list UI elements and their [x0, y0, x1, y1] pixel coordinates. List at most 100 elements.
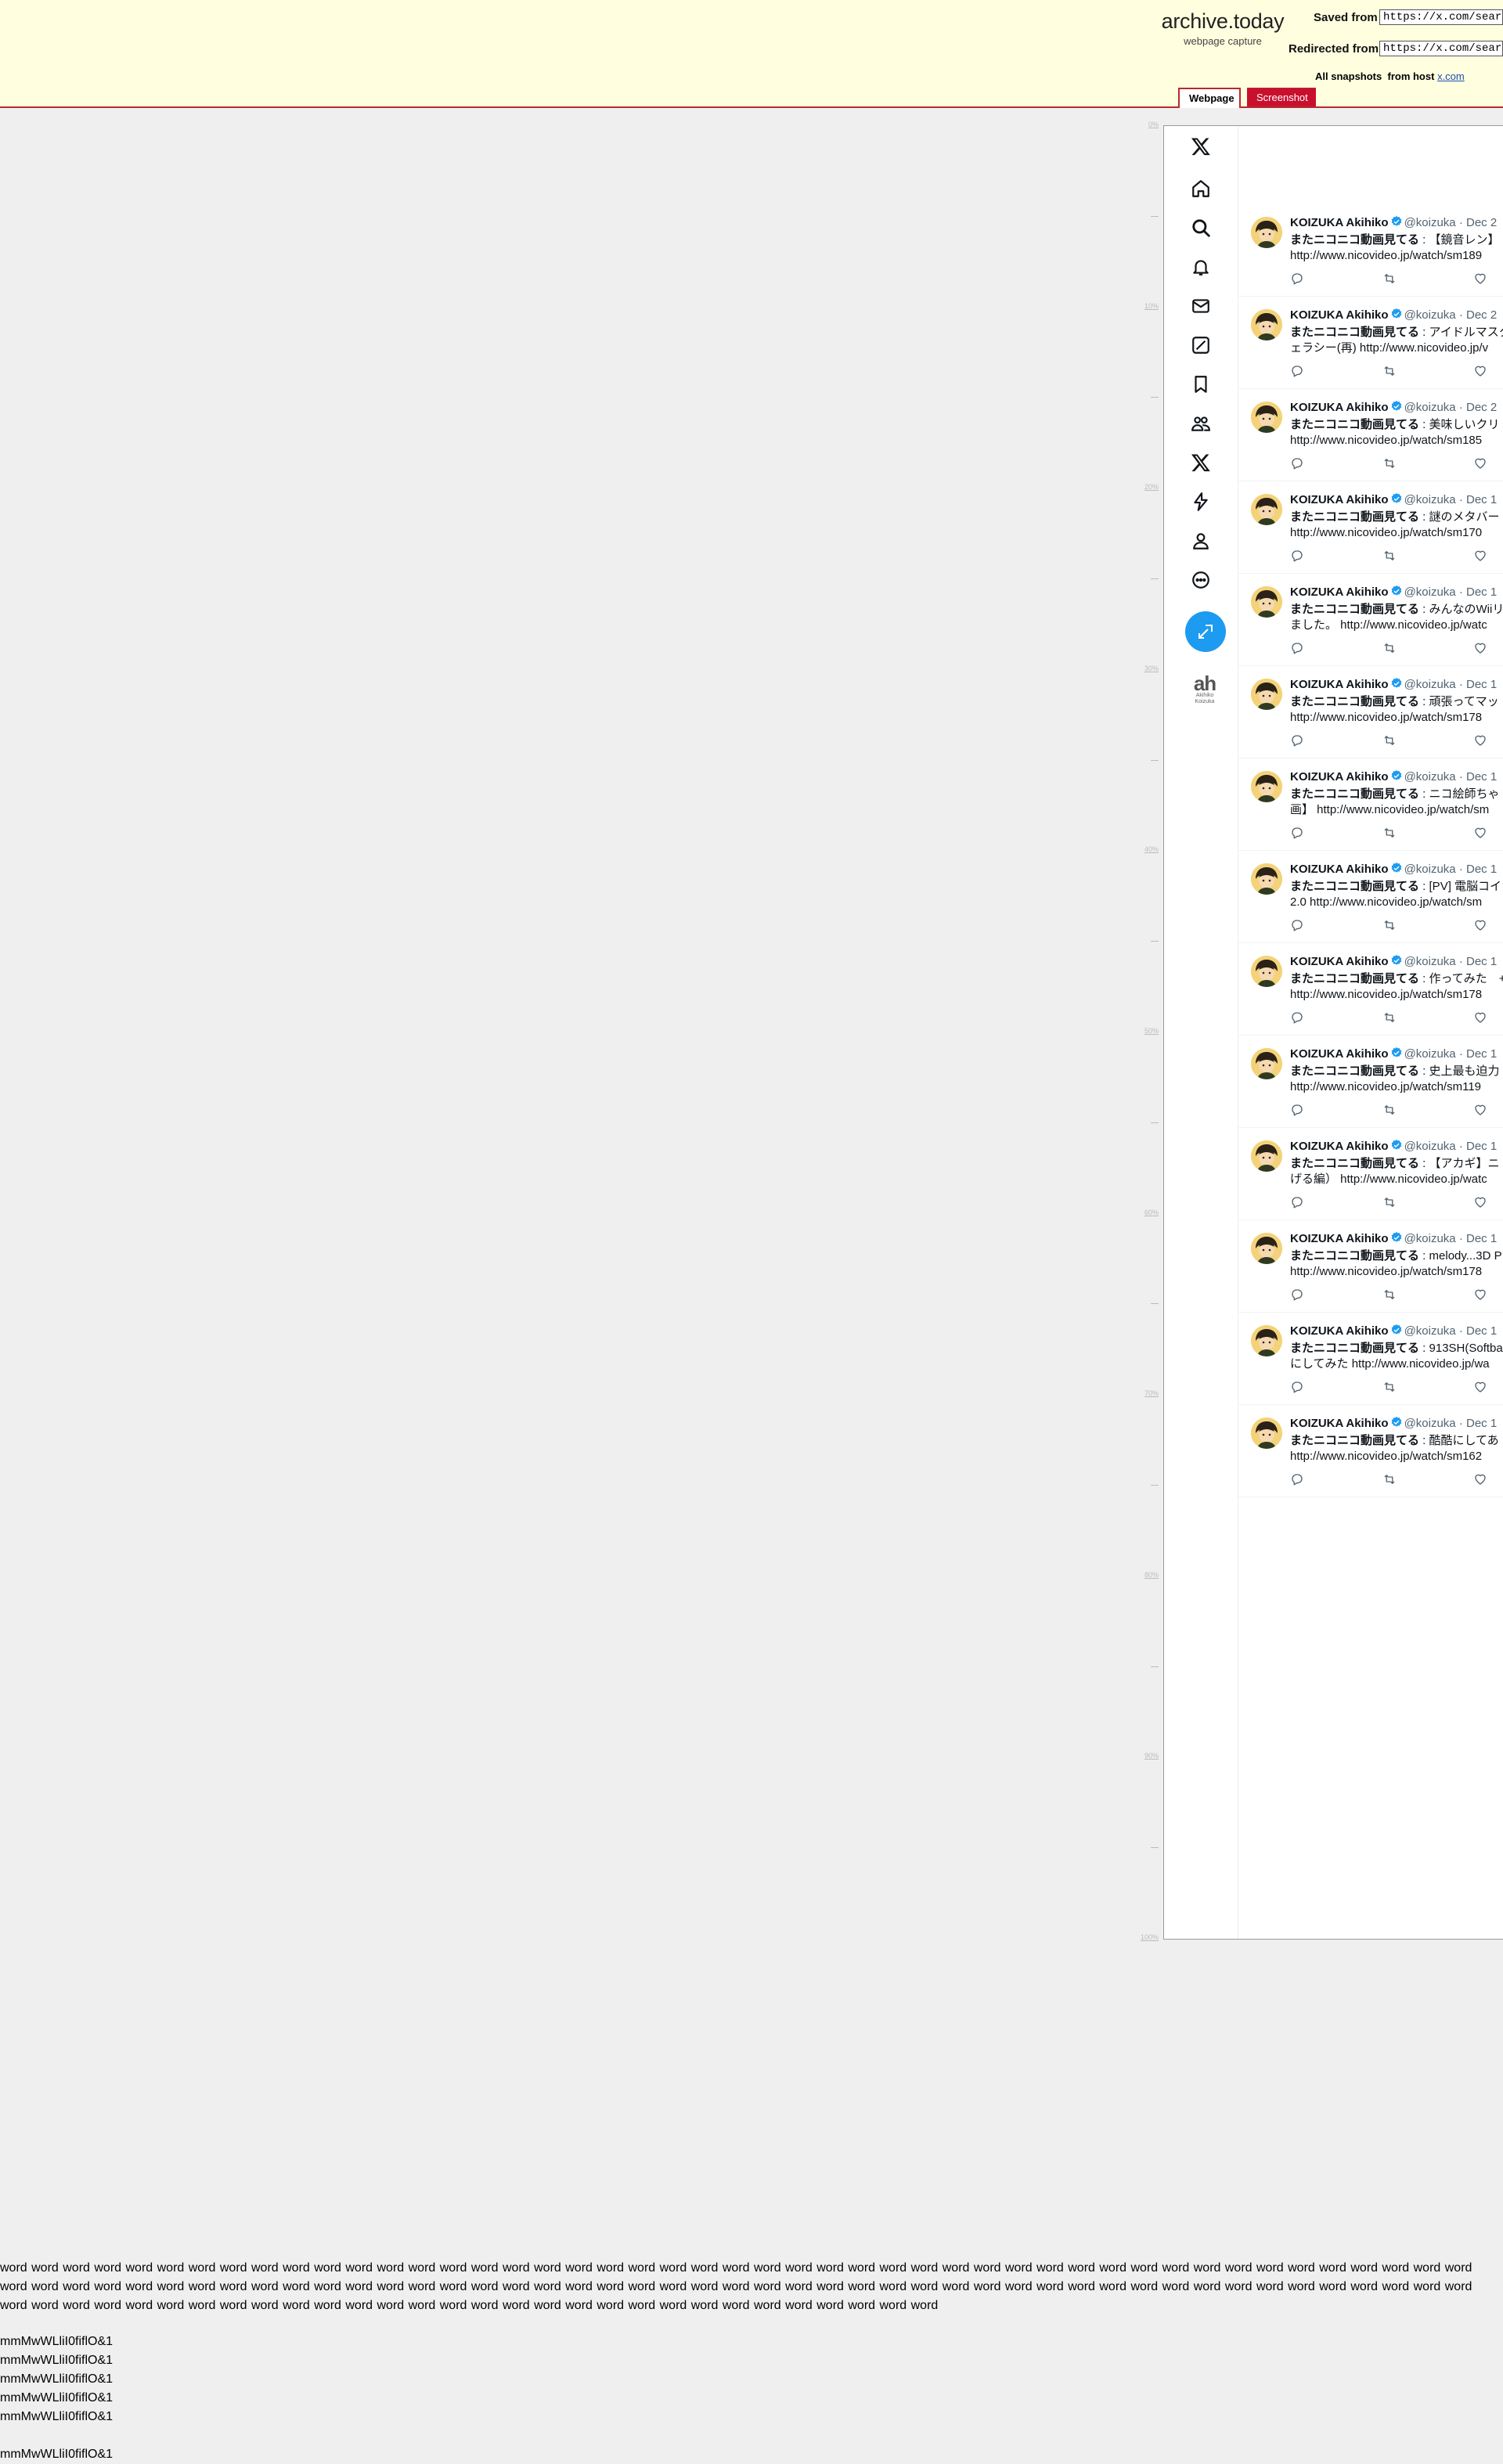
retweet-icon[interactable] [1382, 826, 1397, 840]
author-name[interactable]: KOIZUKA Akihiko [1290, 1047, 1389, 1061]
author-name[interactable]: KOIZUKA Akihiko [1290, 308, 1389, 322]
reply-icon[interactable] [1290, 1195, 1304, 1209]
like-icon[interactable] [1473, 1195, 1487, 1209]
tweet-link[interactable]: http://www.nicovideo.jp/watch/sm178 [1290, 988, 1482, 1001]
author-handle[interactable]: @koizuka [1404, 863, 1456, 876]
author-name[interactable]: KOIZUKA Akihiko [1290, 401, 1389, 414]
tweet-link[interactable]: 画】 http://www.nicovideo.jp/watch/sm [1290, 803, 1489, 816]
tweet-link[interactable]: http://www.nicovideo.jp/watch/sm119 [1290, 1080, 1481, 1093]
tweet[interactable]: KOIZUKA Akihiko @koizuka · Dec 1 またニコニコ動画見… [1238, 1313, 1503, 1405]
tweet-date[interactable]: Dec 1 [1466, 863, 1497, 876]
archive-brand[interactable]: archive.today webpage capture [1152, 9, 1293, 47]
author-name[interactable]: KOIZUKA Akihiko [1290, 1232, 1389, 1245]
reply-icon[interactable] [1290, 1103, 1304, 1117]
tweet-date[interactable]: Dec 1 [1466, 1047, 1497, 1061]
avatar[interactable] [1251, 679, 1282, 710]
tweet[interactable]: KOIZUKA Akihiko @koizuka · Dec 2 またニコニコ動画見… [1238, 389, 1503, 481]
author-handle[interactable]: @koizuka [1404, 678, 1456, 691]
ruler-label[interactable]: 10% [1127, 302, 1159, 310]
tweet-date[interactable]: Dec 1 [1466, 955, 1497, 968]
avatar[interactable] [1251, 1325, 1282, 1356]
tweet-link[interactable]: http://www.nicovideo.jp/watch/sm189 [1290, 249, 1482, 262]
reply-icon[interactable] [1290, 1288, 1304, 1302]
like-icon[interactable] [1473, 826, 1487, 840]
tweet-date[interactable]: Dec 2 [1466, 308, 1497, 322]
tweet-date[interactable]: Dec 1 [1466, 1140, 1497, 1153]
like-icon[interactable] [1473, 364, 1487, 378]
x-logo-icon[interactable] [1185, 131, 1216, 162]
tweet-date[interactable]: Dec 1 [1466, 585, 1497, 599]
mail-icon[interactable] [1185, 290, 1216, 322]
avatar[interactable] [1251, 586, 1282, 618]
author-name[interactable]: KOIZUKA Akihiko [1290, 863, 1389, 876]
host-link[interactable]: x.com [1437, 70, 1465, 82]
ruler-label[interactable]: 70% [1127, 1389, 1159, 1397]
retweet-icon[interactable] [1382, 1472, 1397, 1486]
ruler-label[interactable]: 50% [1127, 1027, 1159, 1035]
tweet[interactable]: KOIZUKA Akihiko @koizuka · Dec 1 またニコニコ動画見… [1238, 851, 1503, 943]
retweet-icon[interactable] [1382, 1288, 1397, 1302]
tweet-link[interactable]: ェラシー(再) http://www.nicovideo.jp/v [1290, 341, 1488, 355]
like-icon[interactable] [1473, 456, 1487, 470]
retweet-icon[interactable] [1382, 549, 1397, 563]
reply-icon[interactable] [1290, 549, 1304, 563]
reply-icon[interactable] [1290, 1472, 1304, 1486]
author-name[interactable]: KOIZUKA Akihiko [1290, 678, 1389, 691]
author-handle[interactable]: @koizuka [1404, 401, 1456, 414]
avatar[interactable] [1251, 771, 1282, 802]
reply-icon[interactable] [1290, 826, 1304, 840]
retweet-icon[interactable] [1382, 272, 1397, 286]
retweet-icon[interactable] [1382, 1010, 1397, 1025]
reply-icon[interactable] [1290, 364, 1304, 378]
retweet-icon[interactable] [1382, 1103, 1397, 1117]
tab-webpage[interactable]: Webpage [1178, 88, 1241, 108]
retweet-icon[interactable] [1382, 918, 1397, 932]
tweet-link[interactable]: げる編） http://www.nicovideo.jp/watc [1290, 1173, 1487, 1186]
author-handle[interactable]: @koizuka [1404, 216, 1456, 229]
reply-icon[interactable] [1290, 641, 1304, 655]
search-icon[interactable] [1185, 212, 1216, 243]
avatar[interactable] [1251, 494, 1282, 525]
author-handle[interactable]: @koizuka [1404, 770, 1456, 784]
author-handle[interactable]: @koizuka [1404, 1232, 1456, 1245]
tweet-link[interactable]: http://www.nicovideo.jp/watch/sm162 [1290, 1450, 1482, 1463]
author-handle[interactable]: @koizuka [1404, 585, 1456, 599]
like-icon[interactable] [1473, 641, 1487, 655]
bookmark-icon[interactable] [1185, 369, 1216, 400]
saved-from-url-field[interactable]: https://x.com/search?q=k [1379, 9, 1503, 25]
tweet[interactable]: KOIZUKA Akihiko @koizuka · Dec 2 またニコニコ動画見… [1238, 204, 1503, 297]
retweet-icon[interactable] [1382, 1380, 1397, 1394]
tweet-date[interactable]: Dec 1 [1466, 1232, 1497, 1245]
ruler-label[interactable]: 60% [1127, 1209, 1159, 1216]
retweet-icon[interactable] [1382, 641, 1397, 655]
compose-button[interactable] [1185, 611, 1226, 652]
tweet[interactable]: KOIZUKA Akihiko @koizuka · Dec 1 またニコニコ動画見… [1238, 1036, 1503, 1128]
like-icon[interactable] [1473, 272, 1487, 286]
author-name[interactable]: KOIZUKA Akihiko [1290, 585, 1389, 599]
tweet[interactable]: KOIZUKA Akihiko @koizuka · Dec 1 またニコニコ動画見… [1238, 1220, 1503, 1313]
like-icon[interactable] [1473, 733, 1487, 747]
author-handle[interactable]: @koizuka [1404, 955, 1456, 968]
ruler-label[interactable]: 0% [1127, 121, 1159, 128]
tweet[interactable]: KOIZUKA Akihiko @koizuka · Dec 1 またニコニコ動画見… [1238, 666, 1503, 758]
avatar[interactable] [1251, 1140, 1282, 1172]
reply-icon[interactable] [1290, 456, 1304, 470]
avatar[interactable] [1251, 402, 1282, 433]
author-name[interactable]: KOIZUKA Akihiko [1290, 493, 1389, 506]
tweet-link[interactable]: http://www.nicovideo.jp/watch/sm178 [1290, 711, 1482, 724]
reply-icon[interactable] [1290, 1010, 1304, 1025]
avatar[interactable] [1251, 309, 1282, 340]
brand-title[interactable]: archive.today [1152, 9, 1293, 34]
author-handle[interactable]: @koizuka [1404, 493, 1456, 506]
tweet-date[interactable]: Dec 2 [1466, 401, 1497, 414]
tweet[interactable]: KOIZUKA Akihiko @koizuka · Dec 1 またニコニコ動画見… [1238, 943, 1503, 1036]
author-name[interactable]: KOIZUKA Akihiko [1290, 1324, 1389, 1338]
verified-orgs-icon[interactable] [1185, 486, 1216, 517]
avatar[interactable] [1251, 863, 1282, 895]
reply-icon[interactable] [1290, 272, 1304, 286]
avatar[interactable] [1251, 1048, 1282, 1079]
tweet[interactable]: KOIZUKA Akihiko @koizuka · Dec 1 またニコニコ動画見… [1238, 758, 1503, 851]
tweet[interactable]: KOIZUKA Akihiko @koizuka · Dec 1 またニコニコ動画見… [1238, 574, 1503, 666]
author-name[interactable]: KOIZUKA Akihiko [1290, 1417, 1389, 1430]
tweet-link[interactable]: http://www.nicovideo.jp/watch/sm178 [1290, 1265, 1482, 1278]
